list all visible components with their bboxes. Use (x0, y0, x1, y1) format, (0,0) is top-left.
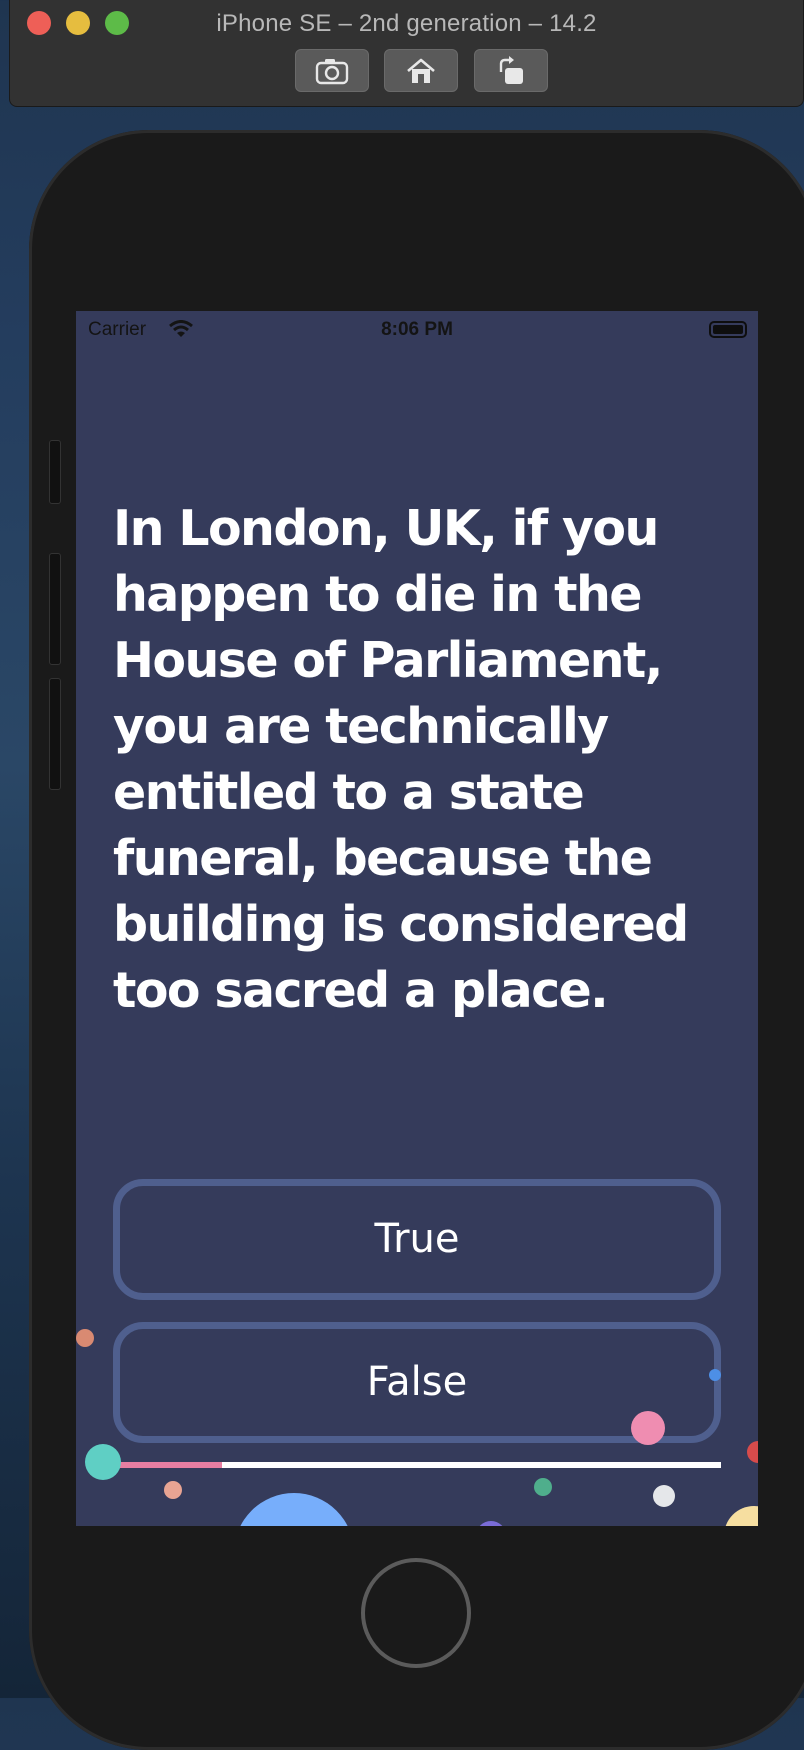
confetti-bubble (709, 1369, 721, 1381)
app-screen: Carrier 8:06 PM In London, UK, if you ha… (76, 311, 758, 1526)
confetti-bubble (85, 1444, 121, 1480)
battery-icon (709, 321, 747, 338)
confetti-bubble (164, 1481, 182, 1499)
volume-up-button[interactable] (49, 553, 61, 665)
progress-fill (113, 1462, 223, 1468)
device-home-button[interactable] (361, 1558, 471, 1668)
camera-icon (315, 58, 349, 84)
confetti-bubble (76, 1329, 94, 1347)
volume-down-button[interactable] (49, 678, 61, 790)
home-button[interactable] (384, 49, 458, 92)
question-text: In London, UK, if you happen to die in t… (113, 500, 689, 1019)
confetti-bubble (476, 1521, 506, 1526)
false-button[interactable]: False (113, 1322, 721, 1443)
home-icon (407, 58, 435, 83)
progress-bar (113, 1462, 721, 1468)
screenshot-button[interactable] (295, 49, 369, 92)
confetti-bubble (747, 1441, 758, 1463)
confetti-bubble (724, 1506, 758, 1526)
confetti-bubble (653, 1485, 675, 1507)
confetti-bubble (631, 1411, 665, 1445)
confetti-bubble (234, 1493, 354, 1526)
mute-switch[interactable] (49, 440, 61, 504)
true-button[interactable]: True (113, 1179, 721, 1300)
status-bar: Carrier 8:06 PM (76, 311, 758, 351)
window-title: iPhone SE – 2nd generation – 14.2 (216, 10, 597, 37)
status-time: 8:06 PM (381, 319, 453, 340)
confetti-bubble (534, 1478, 552, 1496)
simulator-title-bar: iPhone SE – 2nd generation – 14.2 (9, 0, 804, 107)
rotate-button[interactable] (474, 49, 548, 92)
rotate-icon (499, 55, 523, 84)
